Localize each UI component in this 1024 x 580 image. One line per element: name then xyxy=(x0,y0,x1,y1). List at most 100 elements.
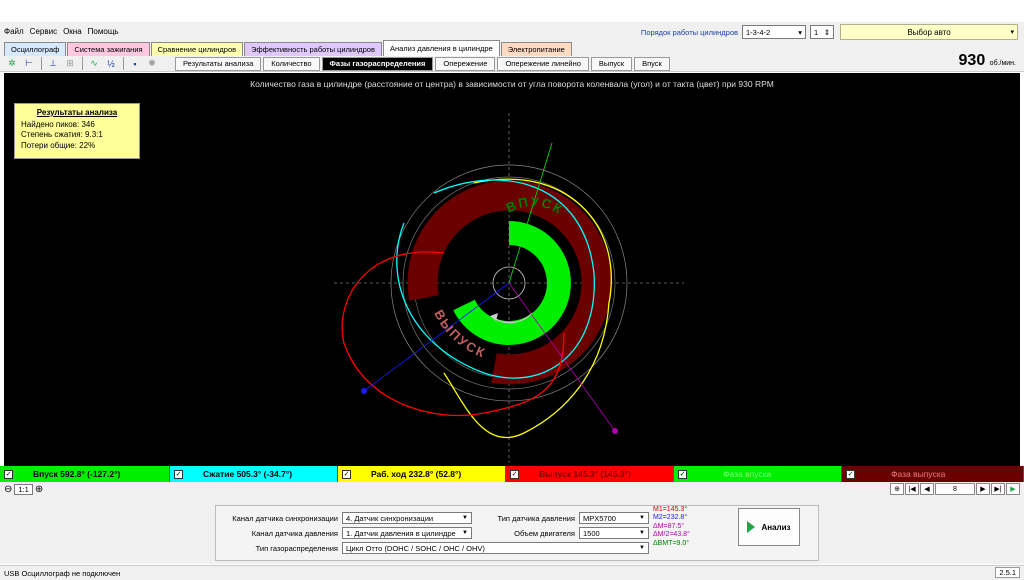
sync-channel-label: Канал датчика синхронизации xyxy=(232,513,338,523)
menu-file[interactable]: Файл xyxy=(4,27,24,36)
sensor-type-select[interactable]: MPX5700 ▼ xyxy=(579,512,649,524)
pressure-channel-label: Канал датчика давления xyxy=(251,528,338,538)
grid-icon[interactable]: ⊞ xyxy=(62,57,78,71)
chevron-down-icon: ▼ xyxy=(462,515,468,521)
engine-volume-label: Объем двигателя xyxy=(514,528,575,538)
subtab-valve-timing[interactable]: Фазы газораспределения xyxy=(321,56,434,71)
results-line: Степень сжатия: 9.3:1 xyxy=(21,130,103,139)
status-bar: USB Осциллограф не подключен xyxy=(0,565,1024,580)
first-record-icon[interactable]: |◀ xyxy=(905,483,919,495)
algorithm-icon[interactable]: ½ xyxy=(103,57,119,71)
usb-status: USB Осциллограф не подключен xyxy=(4,568,121,578)
record-number[interactable]: 8 xyxy=(935,483,975,495)
play-icon[interactable]: ▶ xyxy=(1006,483,1020,495)
subtab-quantity[interactable]: Количество xyxy=(263,56,320,71)
scale-icon[interactable]: ⊢ xyxy=(21,57,37,71)
legend-intake[interactable]: ✓ Впуск 592.8° (-127.2°) xyxy=(0,466,170,482)
chevron-down-icon: ▼ xyxy=(639,545,645,551)
results-heading: Результаты анализа xyxy=(36,108,118,117)
auto-scale-icon[interactable]: ⊥ xyxy=(45,57,61,71)
chevron-down-icon: ▼ xyxy=(639,515,645,521)
rpm-readout: 930 об./мин. xyxy=(958,52,1016,69)
play-icon xyxy=(747,521,756,533)
last-record-icon[interactable]: ▶| xyxy=(991,483,1005,495)
cylinder-order-label: Порядок работы цилиндров xyxy=(640,27,738,37)
checkbox-icon[interactable]: ✓ xyxy=(678,469,687,479)
sync-channel-select[interactable]: 4. Датчик синхронизации ▼ xyxy=(342,512,472,524)
checkbox-icon[interactable]: ✓ xyxy=(510,469,519,479)
next-record-icon[interactable]: ▶ xyxy=(976,483,990,495)
zoom-in-icon[interactable]: ⊕ xyxy=(35,484,43,495)
tab-cylinder-compare[interactable]: Сравнение цилиндров xyxy=(150,42,244,56)
marker-m2-value: M2=232.8° xyxy=(653,514,688,522)
settings-panel: Канал датчика синхронизации 4. Датчик си… xyxy=(0,496,1024,564)
toolbar-separator xyxy=(82,57,83,70)
curve-icon[interactable]: ∿ xyxy=(86,57,102,71)
zoom-in-icon[interactable]: ⊕ xyxy=(890,483,904,495)
legend-compression[interactable]: ✓ Сжатие 505.3° (-34.7°) xyxy=(170,466,338,482)
pressure-channel-select[interactable]: 1. Датчик давления в цилиндре ▼ xyxy=(342,527,472,539)
legend-exhaust[interactable]: ✓ Выпуск 145.3° (145.3°) xyxy=(506,466,674,482)
subtab-results[interactable]: Результаты анализа xyxy=(175,56,262,71)
subtab-exhaust[interactable]: Выпуск xyxy=(590,56,633,71)
engine-volume-select[interactable]: 1500 ▼ xyxy=(579,527,649,539)
legend-power[interactable]: ✓ Раб. ход 232.8° (52.8°) xyxy=(338,466,506,482)
checkbox-icon[interactable]: ✓ xyxy=(342,469,351,479)
subtab-intake[interactable]: Впуск xyxy=(634,56,670,71)
zoom-out-icon[interactable]: ⊖ xyxy=(4,484,12,495)
cylinder-number-spinner[interactable]: 1 ⇕ xyxy=(810,25,834,39)
chevron-down-icon: ▼ xyxy=(639,530,645,536)
analysis-results-box: Результаты анализа Найдено пиков: 346 Ст… xyxy=(14,103,140,159)
tab-power-supply[interactable]: Электропитание xyxy=(500,42,572,56)
cylinder-order-select[interactable]: 1-3-4-2 ▾ xyxy=(742,25,806,39)
cylinder-order-group: Порядок работы цилиндров 1-3-4-2 ▾ 1 ⇕ xyxy=(641,25,834,39)
toolbar-separator xyxy=(41,57,42,70)
toolbar: ✲ ⊢ ⊥ ⊞ ∿ ½ ▪ ✺ Результаты анализа Колич… xyxy=(0,56,1024,72)
version-label: 2.5.1 xyxy=(995,567,1020,578)
save-icon[interactable]: ▪ xyxy=(127,57,143,71)
sensor-type-label: Тип датчика давления xyxy=(497,513,575,523)
results-line: Потери общие: 22% xyxy=(21,140,96,150)
auto-select-dropdown[interactable]: Выбор авто ▾ xyxy=(840,24,1018,40)
spinner-arrows-icon: ⇕ xyxy=(823,27,830,37)
sensor-settings-icon[interactable]: ✲ xyxy=(4,57,20,71)
settings-icon[interactable]: ✺ xyxy=(144,57,160,71)
zoom-ratio: 1:1 xyxy=(14,483,33,495)
marker-dm-value: ΔM=87.5° xyxy=(653,522,685,530)
timing-type-select[interactable]: Цикл Отто (DOHC / SOHC / OHC / OHV) ▼ xyxy=(342,542,649,554)
marker-m2[interactable] xyxy=(361,388,367,394)
polar-diagram: ВПУСК ВЫПУСК xyxy=(334,113,684,463)
marker-dtdc-value: ΔВМТ=9.0° xyxy=(653,539,690,547)
tab-cylinder-efficiency[interactable]: Эффективность работы цилиндров xyxy=(244,42,382,56)
analyze-button[interactable]: Анализ xyxy=(738,508,800,546)
tab-pressure-analysis[interactable]: Анализ давления в цилиндре xyxy=(382,40,500,56)
marker-dm[interactable] xyxy=(612,428,618,434)
tab-oscilloscope[interactable]: Осциллограф xyxy=(4,42,67,56)
menu-help[interactable]: Помощь xyxy=(88,27,119,36)
checkbox-icon[interactable]: ✓ xyxy=(4,469,13,479)
phase-legend: ✓ Впуск 592.8° (-127.2°) ✓ Сжатие 505.3° (… xyxy=(0,466,1024,482)
marker-values: M1=145.3° M2=232.8° ΔM=87.5° ΔM/2=43.8° … xyxy=(653,506,690,548)
polar-chart-area[interactable]: Количество газа в цилиндре (расстояние о… xyxy=(4,73,1020,466)
timing-type-label: Тип газораспределения xyxy=(255,543,338,553)
results-line: Найдено пиков: 346 xyxy=(21,119,95,129)
toolbar-separator xyxy=(123,57,124,70)
legend-intake-phase[interactable]: ✓ Фаза впуска xyxy=(674,466,842,482)
chevron-down-icon: ▾ xyxy=(1010,29,1014,36)
chevron-down-icon: ▼ xyxy=(462,530,468,536)
legend-exhaust-phase[interactable]: ✓ Фаза выпуска xyxy=(842,466,1024,482)
settings-frame: Канал датчика синхронизации 4. Датчик си… xyxy=(215,505,819,561)
main-tabs: Осциллограф Система зажигания Сравнение … xyxy=(0,40,1024,56)
subtab-advance[interactable]: Опережение xyxy=(435,56,496,71)
marker-dm-half-value: ΔM/2=43.8° xyxy=(653,531,690,539)
menu-service[interactable]: Сервис xyxy=(30,27,57,36)
top-strip xyxy=(0,0,1024,22)
chevron-down-icon: ▾ xyxy=(798,27,802,37)
record-navigator: ⊕ |◀ ◀ 8 ▶ ▶| ▶ xyxy=(890,483,1020,495)
tab-ignition[interactable]: Система зажигания xyxy=(67,42,150,56)
checkbox-icon[interactable]: ✓ xyxy=(846,469,855,479)
prev-record-icon[interactable]: ◀ xyxy=(920,483,934,495)
subtab-advance-linear[interactable]: Опережение линейно xyxy=(497,56,589,71)
checkbox-icon[interactable]: ✓ xyxy=(174,469,183,479)
menu-windows[interactable]: Окна xyxy=(63,27,82,36)
